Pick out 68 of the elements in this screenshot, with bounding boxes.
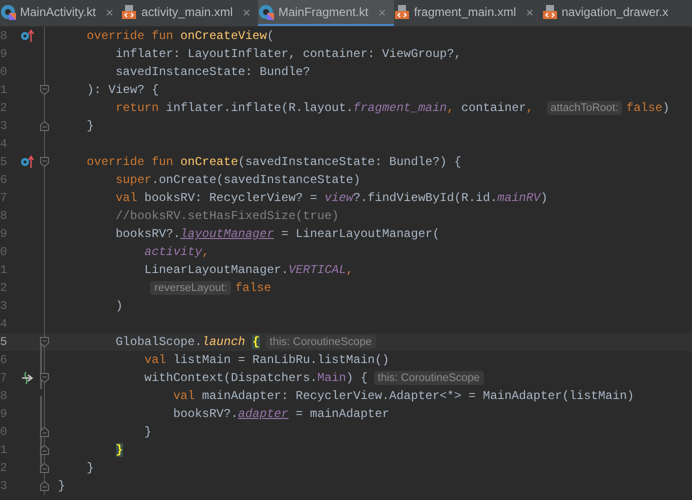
line-number: 9 [0,46,8,63]
line-number: 3 [0,478,8,495]
code-text: activity, [143,244,210,261]
line-number: 1 [0,82,8,99]
code-text: override fun onCreateView( [86,28,274,45]
code-text: GlobalScope.launch { [114,334,260,351]
line-number: 9 [0,406,8,423]
line-number: 8 [0,208,8,225]
file-tab[interactable]: MainFragment.kt × [258,0,394,26]
code-text: booksRV?.adapter = mainAdapter [172,406,390,423]
close-icon[interactable]: × [526,4,534,20]
line-number: 3 [0,118,8,135]
line-number: 7 [0,370,8,387]
file-tab[interactable]: fragment_main.xml × [394,0,542,26]
line-number: 9 [0,226,8,243]
line-number: 4 [0,316,8,333]
code-text: } [114,442,123,459]
file-tab[interactable]: activity_main.xml × [121,0,258,26]
code-text: } [86,460,94,477]
line-number: 2 [0,100,8,117]
inlay-hint: reverseLayout: [150,281,232,295]
line-number: 8 [0,28,8,45]
inlay-hint: this: CoroutineScope [374,371,484,385]
code-text: ) [114,298,123,315]
code-text: false [235,280,272,297]
file-tab[interactable]: navigation_drawer.x [542,0,676,26]
code-text: LinearLayoutManager.VERTICAL, [143,262,354,279]
line-number: 5 [0,154,8,171]
xml-file-icon [121,4,138,20]
code-text: ): View? { [86,82,159,99]
code-text: } [143,424,152,441]
line-number: 6 [0,352,8,369]
code-text: val booksRV: RecyclerView? = view?.findViewById(R.id.mainRV) [114,190,548,207]
code-text: return inflater.inflate(R.layout.fragment_main, container, [114,100,534,117]
line-number: 0 [0,64,8,81]
xml-file-icon [542,4,558,20]
line-number: 4 [0,136,8,153]
code-text: withContext(Dispatchers.Main) { [143,370,368,387]
code-text: } [86,118,94,135]
kotlin-file-icon [258,4,274,20]
line-number: 0 [0,244,8,261]
close-icon[interactable]: × [242,4,250,20]
line-number: 2 [0,460,8,477]
inlay-hint: this: CoroutineScope [266,335,376,349]
line-number: 1 [0,262,8,279]
line-number: 0 [0,424,8,441]
line-number: 1 [0,442,8,459]
close-icon[interactable]: × [106,4,114,20]
code-text: //booksRV.setHasFixedSize(true) [114,208,339,225]
line-number: 8 [0,388,8,405]
xml-file-icon [394,4,410,20]
file-tab[interactable]: MainActivity.kt × [0,0,122,26]
line-number: 7 [0,190,8,207]
code-text: savedInstanceState: Bundle? [114,64,310,81]
code-text: val listMain = RanLibRu.listMain() [143,352,390,369]
code-text: val mainAdapter: RecyclerView.Adapter<*> = MainAdapter(listMain) [172,388,634,405]
inlay-hint: attachToRoot: [546,101,622,115]
code-text: override fun onCreate(savedInstanceState: Bundle?) { [86,154,462,171]
code-text: false) [626,100,670,117]
code-text: inflater: LayoutInflater, container: ViewGroup?, [114,46,462,63]
line-number: 3 [0,298,8,315]
line-number: 2 [0,280,8,297]
code-text: } [58,478,66,495]
close-icon[interactable]: × [378,4,386,20]
line-number: 6 [0,172,8,189]
code-text: super.onCreate(savedInstanceState) [114,172,360,189]
code-text: booksRV?.layoutManager = LinearLayoutManager( [114,226,440,243]
line-number: 5 [0,334,8,351]
